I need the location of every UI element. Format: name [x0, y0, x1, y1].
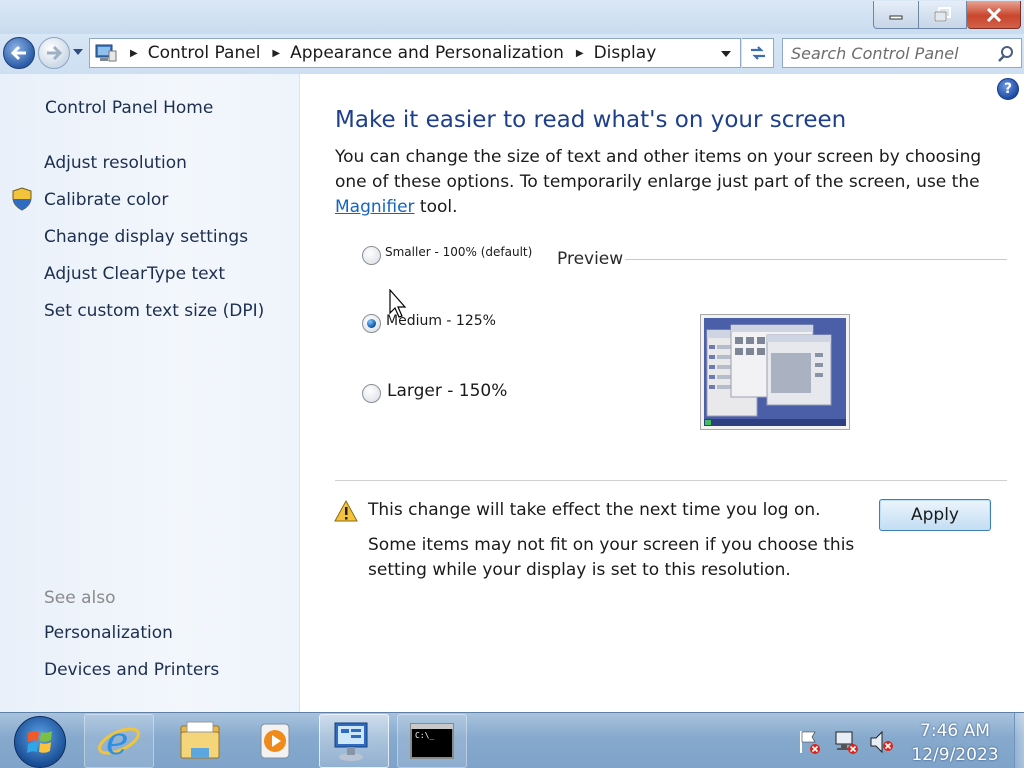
smaller-radio[interactable]	[362, 246, 381, 265]
page-title: Make it easier to read what's on your sc…	[335, 107, 847, 133]
taskbar: e C:\_ 7:46 AM 12/9/2023	[0, 712, 1024, 768]
breadcrumb-separator-icon[interactable]: ▶	[272, 48, 280, 59]
adjust-cleartype-link[interactable]: Adjust ClearType text	[44, 264, 225, 284]
taskbar-windows-explorer[interactable]	[165, 714, 235, 768]
windows-explorer-icon	[180, 721, 220, 759]
minimize-button[interactable]	[873, 1, 919, 29]
back-arrow-icon	[10, 45, 26, 61]
svg-text:C:\_: C:\_	[415, 731, 434, 740]
adjust-resolution-link[interactable]: Adjust resolution	[44, 153, 187, 173]
control-panel-home-link[interactable]: Control Panel Home	[45, 98, 213, 118]
show-desktop-button[interactable]	[1014, 713, 1024, 768]
window-controls	[873, 1, 1021, 29]
clock-time: 7:46 AM	[920, 721, 990, 741]
windows-logo-icon	[27, 731, 52, 753]
start-button[interactable]	[14, 716, 66, 768]
forward-button[interactable]	[38, 37, 70, 69]
breadcrumb-separator-icon[interactable]: ▶	[130, 48, 138, 59]
larger-radio[interactable]	[362, 384, 381, 403]
restore-icon	[933, 6, 951, 22]
smaller-label[interactable]: Smaller - 100% (default)	[385, 245, 532, 259]
command-prompt-icon: C:\_	[410, 723, 454, 759]
media-player-icon	[260, 723, 290, 759]
breadcrumb-appearance[interactable]: Appearance and Personalization	[290, 43, 564, 63]
taskbar-command-prompt[interactable]: C:\_	[397, 714, 467, 768]
svg-text:e: e	[106, 719, 129, 763]
search-box[interactable]	[782, 38, 1022, 68]
custom-text-size-link[interactable]: Set custom text size (DPI)	[44, 301, 264, 321]
breadcrumb-control-panel[interactable]: Control Panel	[148, 43, 261, 63]
apply-button[interactable]: Apply	[879, 499, 991, 531]
change-display-settings-link[interactable]: Change display settings	[44, 227, 248, 247]
larger-label[interactable]: Larger - 150%	[387, 381, 507, 401]
action-center-flag-icon[interactable]	[797, 729, 823, 755]
network-icon[interactable]	[832, 729, 860, 755]
magnifier-link[interactable]: Magnifier	[335, 197, 415, 217]
address-bar[interactable]: ▶ Control Panel ▶ Appearance and Persona…	[89, 38, 741, 68]
preview-label: Preview	[557, 249, 624, 269]
warning-message: This change will take effect the next ti…	[368, 500, 821, 520]
devices-printers-link[interactable]: Devices and Printers	[44, 660, 219, 680]
warning-detail: Some items may not fit on your screen if…	[368, 535, 855, 580]
volume-muted-icon[interactable]	[868, 729, 896, 755]
back-button[interactable]	[3, 37, 35, 69]
close-button[interactable]	[967, 1, 1021, 29]
navigation-bar: ▶ Control Panel ▶ Appearance and Persona…	[0, 34, 1024, 74]
address-history-dropdown-icon[interactable]	[720, 50, 732, 58]
section-divider	[335, 480, 1007, 481]
search-icon[interactable]	[997, 45, 1015, 63]
taskbar-control-panel[interactable]	[319, 714, 389, 768]
description-text-end: tool.	[414, 197, 458, 217]
title-bar	[0, 0, 1024, 34]
mouse-cursor-icon	[389, 288, 409, 323]
internet-explorer-icon: e	[98, 719, 140, 763]
taskbar-internet-explorer[interactable]: e	[84, 714, 154, 768]
taskbar-media-player[interactable]	[240, 714, 310, 768]
uac-shield-icon	[12, 187, 32, 211]
forward-arrow-icon	[47, 45, 63, 61]
see-also-heading: See also	[44, 588, 116, 608]
breadcrumb-separator-icon[interactable]: ▶	[576, 48, 584, 59]
search-input[interactable]	[791, 39, 991, 67]
breadcrumb-display[interactable]: Display	[594, 43, 657, 63]
clock-date: 12/9/2023	[911, 745, 999, 765]
restore-button[interactable]	[919, 1, 967, 29]
minimize-icon	[889, 15, 903, 19]
personalization-link[interactable]: Personalization	[44, 623, 173, 643]
page-description: You can change the size of text and othe…	[335, 145, 1005, 220]
refresh-icon	[750, 46, 765, 60]
close-icon	[986, 7, 1001, 22]
description-text: You can change the size of text and othe…	[335, 147, 982, 192]
preview-image	[700, 314, 850, 430]
calibrate-color-link[interactable]: Calibrate color	[44, 190, 168, 210]
control-panel-icon	[95, 44, 117, 62]
system-clock[interactable]: 7:46 AM 12/9/2023	[900, 719, 1010, 767]
medium-radio[interactable]	[362, 314, 381, 333]
left-task-pane: Control Panel Home Adjust resolution Cal…	[0, 74, 300, 712]
desktop-preview-icon	[704, 318, 846, 426]
preview-divider	[625, 259, 1007, 260]
control-panel-icon	[334, 722, 368, 761]
refresh-button[interactable]	[742, 38, 774, 68]
recent-pages-dropdown-icon[interactable]	[72, 48, 84, 56]
help-icon[interactable]: ?	[997, 78, 1019, 100]
warning-icon	[334, 500, 358, 522]
